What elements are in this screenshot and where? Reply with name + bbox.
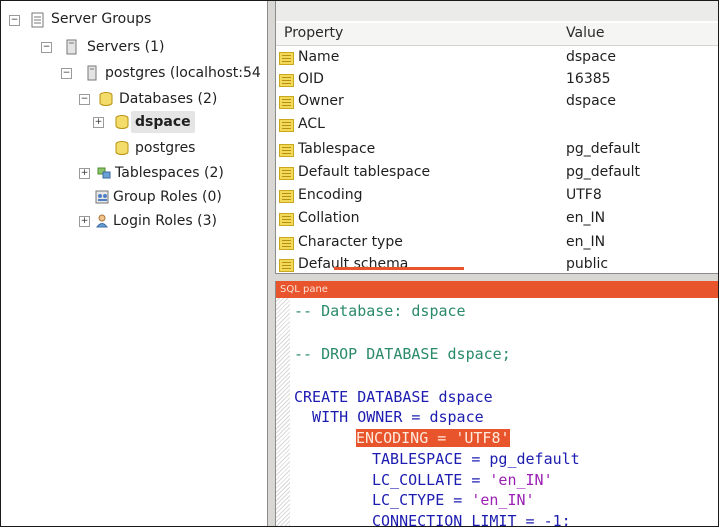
property-icon <box>279 167 294 180</box>
collapse-icon[interactable]: − <box>41 42 52 53</box>
property-name: Name <box>298 49 340 65</box>
property-row[interactable]: Encoding UTF8 <box>276 185 718 207</box>
property-row[interactable]: Name dspace <box>276 47 718 69</box>
property-value: 16385 <box>566 71 611 87</box>
tree-label: Group Roles (0) <box>113 189 222 205</box>
server-icon <box>87 65 97 81</box>
property-icon <box>279 237 294 250</box>
tree-label: postgres (localhost:54 <box>105 65 261 81</box>
tablespaces-icon <box>97 167 111 179</box>
property-icon <box>279 119 294 132</box>
tree-label: Databases (2) <box>119 91 218 107</box>
sql-string: 'en_IN' <box>471 491 535 509</box>
column-header-property[interactable]: Property <box>284 25 343 41</box>
properties-toolbar-strip <box>276 1 718 21</box>
property-value: dspace <box>566 49 616 65</box>
property-name: Default tablespace <box>298 164 431 180</box>
expand-icon[interactable]: + <box>79 216 90 227</box>
expand-icon[interactable]: + <box>79 168 90 179</box>
tree-label: Servers (1) <box>87 39 165 55</box>
property-value: pg_default <box>566 164 641 180</box>
property-value: en_IN <box>566 210 606 226</box>
app-window: − Server Groups − Servers (1) − postgres… <box>0 0 719 527</box>
annotation-underline <box>334 267 464 270</box>
property-icon <box>279 190 294 203</box>
property-row[interactable]: Collation en_IN <box>276 208 718 230</box>
login-roles-icon <box>96 214 108 228</box>
property-value: public <box>566 256 609 272</box>
sql-line[interactable]: CREATE DATABASE dspace <box>294 388 493 406</box>
sql-key: LC_COLLATE = <box>372 471 490 489</box>
property-name: ACL <box>298 116 325 132</box>
collapse-icon[interactable]: − <box>61 68 72 79</box>
sql-line[interactable]: -- Database: dspace <box>294 302 466 320</box>
tree-label: Login Roles (3) <box>113 213 217 229</box>
collapse-icon[interactable]: − <box>9 15 20 26</box>
property-row[interactable]: Default schema public <box>276 254 718 273</box>
property-icon <box>279 213 294 226</box>
property-icon <box>279 259 294 272</box>
databases-icon <box>99 92 113 106</box>
property-name: Tablespace <box>298 141 376 157</box>
tree-label: Server Groups <box>51 11 152 27</box>
tree-label: postgres <box>135 140 196 156</box>
property-icon <box>279 144 294 157</box>
property-icon <box>279 74 294 87</box>
database-icon <box>115 141 129 155</box>
property-row[interactable]: Character type en_IN <box>276 232 718 254</box>
property-name: Encoding <box>298 187 363 203</box>
tree-label: Tablespaces (2) <box>115 165 224 181</box>
sql-line[interactable]: CONNECTION LIMIT = -1; <box>372 512 571 526</box>
property-row[interactable]: Default tablespace pg_default <box>276 162 718 184</box>
property-row[interactable]: ACL <box>276 114 718 136</box>
sql-key: LC_CTYPE = <box>372 491 472 509</box>
property-value: en_IN <box>566 234 606 250</box>
property-row[interactable]: Tablespace pg_default <box>276 139 718 161</box>
property-name: Collation <box>298 210 360 226</box>
sql-line[interactable]: TABLESPACE = pg_default <box>372 450 580 468</box>
property-row[interactable]: Owner dspace <box>276 91 718 113</box>
servers-icon <box>66 39 77 55</box>
property-row[interactable]: OID 16385 <box>276 69 718 91</box>
database-icon <box>115 115 129 129</box>
tree-label-selected: dspace <box>131 111 195 133</box>
column-header-value[interactable]: Value <box>566 25 604 41</box>
sql-line-highlighted[interactable]: ENCODING = 'UTF8' <box>356 429 510 447</box>
highlighted-encoding: ENCODING = 'UTF8' <box>356 429 510 447</box>
sql-line[interactable]: LC_CTYPE = 'en_IN' <box>372 491 535 509</box>
group-roles-icon <box>95 190 109 204</box>
server-group-icon <box>31 12 44 28</box>
property-value: UTF8 <box>566 187 602 203</box>
property-value: dspace <box>566 93 616 109</box>
collapse-icon[interactable]: − <box>79 94 90 105</box>
properties-pane: Property Value Name dspace OID 16385 Own… <box>275 1 718 273</box>
properties-header: Property Value <box>276 23 718 46</box>
sql-string: 'en_IN' <box>489 471 553 489</box>
property-icon <box>279 96 294 109</box>
sql-line[interactable]: -- DROP DATABASE dspace; <box>294 345 511 363</box>
property-name: Owner <box>298 93 344 109</box>
sql-line[interactable]: WITH OWNER = dspace <box>294 408 484 426</box>
expand-icon[interactable]: + <box>93 117 104 128</box>
property-value: pg_default <box>566 141 641 157</box>
property-name: OID <box>298 71 324 87</box>
property-name: Character type <box>298 234 403 250</box>
property-icon <box>279 52 294 65</box>
sql-pane[interactable]: SQL pane -- Database: dspace -- DROP DAT… <box>275 281 718 526</box>
sql-line[interactable]: LC_COLLATE = 'en_IN' <box>372 471 553 489</box>
sql-pane-title: SQL pane <box>276 281 718 298</box>
editor-gutter <box>276 298 290 526</box>
object-browser-tree[interactable]: − Server Groups − Servers (1) − postgres… <box>1 1 268 526</box>
